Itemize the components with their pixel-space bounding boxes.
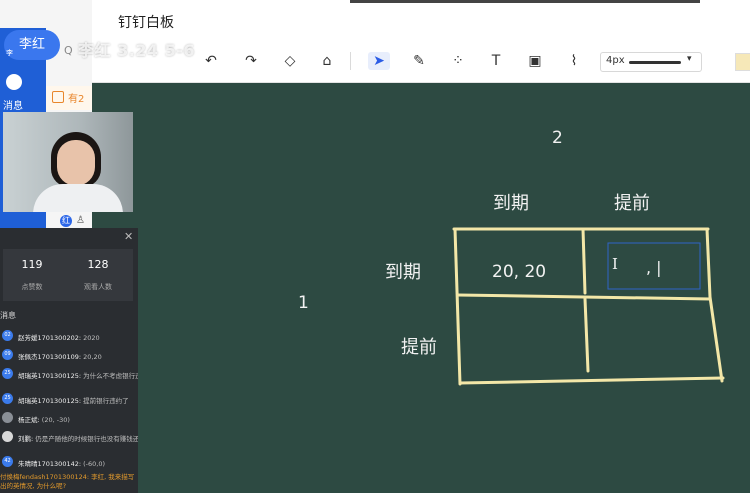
window-top-edge	[350, 0, 700, 3]
clear-icon[interactable]: ⌂	[316, 52, 338, 70]
row-header-due: 到期	[385, 262, 421, 283]
chat-message: 25 胡瑞英1701300125: 提前银行违约了	[2, 393, 138, 407]
chat-avatar-badge: 42	[2, 456, 13, 467]
teacher-video[interactable]	[3, 112, 133, 212]
column-header-early: 提前	[614, 193, 650, 214]
user-mini-icon[interactable]: ♙	[76, 215, 85, 226]
viewers-label: 观看人数	[84, 283, 112, 291]
row-header-early: 提前	[401, 337, 437, 358]
title-bar	[92, 0, 750, 42]
select-icon[interactable]: ➤	[368, 52, 390, 70]
pen-icon[interactable]: ✎	[408, 52, 430, 70]
chat-avatar-badge: 02	[2, 330, 13, 341]
app-title: 钉钉白板	[118, 15, 174, 31]
chat-text: (20, -30)	[41, 416, 70, 424]
image-icon[interactable]: ▣	[524, 52, 546, 70]
shapes-icon[interactable]: ⁘	[447, 52, 469, 70]
floating-watermark: 李红 3.24 5-6	[78, 41, 196, 60]
chat-text: 为什么不考虑银行违约呢?	[83, 372, 138, 380]
viewers-count: 128	[87, 258, 109, 271]
notice-text: 有2	[68, 94, 85, 105]
chat-avatar-badge: 25	[2, 393, 13, 404]
chat-sender: 赵芳媛1701300202:	[18, 334, 82, 342]
cell-due-early[interactable]: , |	[646, 258, 662, 277]
stroke-width-value: 4px	[606, 55, 625, 66]
eraser-icon[interactable]: ◇	[279, 52, 301, 70]
video-person-face	[57, 140, 95, 186]
chat-text: (-60,0)	[83, 460, 106, 468]
chat-avatar-badge: 09	[2, 349, 13, 360]
color-picker[interactable]	[735, 53, 750, 71]
undo-icon[interactable]: ↶	[200, 52, 222, 70]
close-icon[interactable]: ✕	[124, 230, 133, 243]
chat-message: 09 张佩杰1701300109: 20,20	[2, 349, 138, 363]
avatar-name: 李红	[18, 37, 45, 52]
chat-message: 25 胡瑞英1701300125: 为什么不考虑银行违约呢?	[2, 368, 138, 388]
chat-sender: 杨正斌:	[18, 416, 40, 424]
text-icon[interactable]: T	[485, 52, 507, 70]
video-person-body	[33, 184, 123, 212]
chevron-down-icon: ▾	[687, 54, 692, 64]
column-header-due: 到期	[493, 193, 529, 214]
toolbar-divider	[350, 52, 351, 70]
table-bottom-line	[458, 376, 725, 385]
chat-text: 提前银行违约了	[83, 397, 129, 405]
message-icon[interactable]	[6, 74, 22, 90]
chat-message: 杨正斌: (20, -30)	[2, 412, 138, 426]
chat-highlight-message: 付焕梅fendash1701300124: 李红, 我来描写出的英情况, 为什么…	[0, 473, 135, 490]
chat-message: 02 赵芳媛1701300202: 2020	[2, 330, 138, 344]
chat-sender: 朱晴晴1701300142:	[18, 460, 82, 468]
user-tag: 红	[60, 215, 72, 227]
table-center-line	[581, 227, 590, 373]
chat-sender: 刘鹏:	[18, 435, 34, 443]
chat-text: 2020	[83, 334, 100, 342]
chat-section-title: 消息	[0, 311, 16, 320]
user-avatar[interactable]: 李 李红	[4, 30, 60, 60]
live-stats	[3, 249, 133, 301]
chat-sender: 张佩杰1701300109:	[18, 353, 82, 361]
stroke-width-select[interactable]: 4px ▾	[600, 52, 702, 72]
brush-icon[interactable]: ⌇	[563, 52, 585, 70]
chat-sender: 胡瑞英1701300125:	[18, 397, 82, 405]
table-right-line	[705, 227, 724, 383]
chat-sender: 胡瑞英1701300125:	[18, 372, 82, 380]
avatar-initial: 李	[6, 49, 13, 57]
cell-due-due: 20, 20	[492, 262, 547, 282]
likes-count: 119	[21, 258, 43, 271]
table-left-line	[453, 227, 462, 386]
board-number-1: 1	[298, 293, 309, 313]
whiteboard-drawing	[452, 227, 725, 386]
chat-text: 20,20	[83, 353, 102, 361]
redo-icon[interactable]: ↷	[240, 52, 262, 70]
text-cursor: I	[612, 255, 618, 273]
board-number-2: 2	[552, 128, 563, 148]
chat-avatar-badge: 25	[2, 368, 13, 379]
chat-avatar-badge	[2, 412, 13, 423]
stroke-preview	[629, 61, 681, 64]
search-hint: Q	[64, 44, 73, 57]
chat-avatar-badge	[2, 431, 13, 442]
likes-label: 点赞数	[21, 283, 43, 291]
calendar-icon	[52, 91, 64, 103]
message-label: 消息	[3, 101, 23, 112]
chat-message: 42 朱晴晴1701300142: (-60,0)	[2, 456, 138, 470]
chat-text: 仍是产随他的时候银行也没有赚钱还。	[35, 435, 138, 443]
chat-message: 刘鹏: 仍是产随他的时候银行也没有赚钱还。	[2, 431, 138, 445]
